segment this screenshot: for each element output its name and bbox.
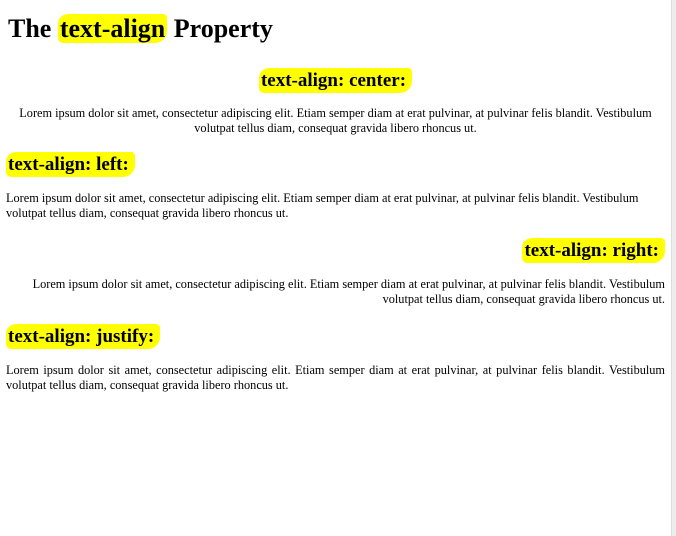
section-left: text-align: left: Lorem ipsum dolor sit … bbox=[6, 152, 665, 221]
section-heading-left: text-align: left: bbox=[6, 152, 665, 178]
page-content: The text-align Property text-align: cent… bbox=[0, 0, 671, 536]
section-heading-right: text-align: right: bbox=[6, 238, 665, 264]
page-title-prefix: The bbox=[8, 14, 58, 43]
section-heading-justify-label: text-align: justify: bbox=[6, 324, 161, 349]
paragraph-right: Lorem ipsum dolor sit amet, consectetur … bbox=[32, 277, 665, 306]
paragraph-left: Lorem ipsum dolor sit amet, consectetur … bbox=[6, 191, 639, 220]
page-title: The text-align Property bbox=[8, 12, 665, 46]
vertical-scrollbar[interactable] bbox=[671, 0, 676, 536]
section-heading-justify: text-align: justify: bbox=[6, 324, 665, 350]
section-heading-right-label: text-align: right: bbox=[522, 238, 665, 263]
page-title-suffix: Property bbox=[167, 14, 273, 43]
section-center: text-align: center: Lorem ipsum dolor si… bbox=[6, 68, 665, 136]
section-heading-center-label: text-align: center: bbox=[258, 68, 413, 93]
paragraph-justify: Lorem ipsum dolor sit amet, consectetur … bbox=[6, 363, 665, 392]
paragraph-center: Lorem ipsum dolor sit amet, consectetur … bbox=[19, 106, 652, 135]
section-justify: text-align: justify: Lorem ipsum dolor s… bbox=[6, 324, 665, 393]
section-right: text-align: right: Lorem ipsum dolor sit… bbox=[6, 238, 665, 307]
section-heading-left-label: text-align: left: bbox=[6, 152, 135, 177]
section-heading-center: text-align: center: bbox=[6, 68, 665, 94]
page-title-highlight: text-align bbox=[57, 14, 168, 43]
